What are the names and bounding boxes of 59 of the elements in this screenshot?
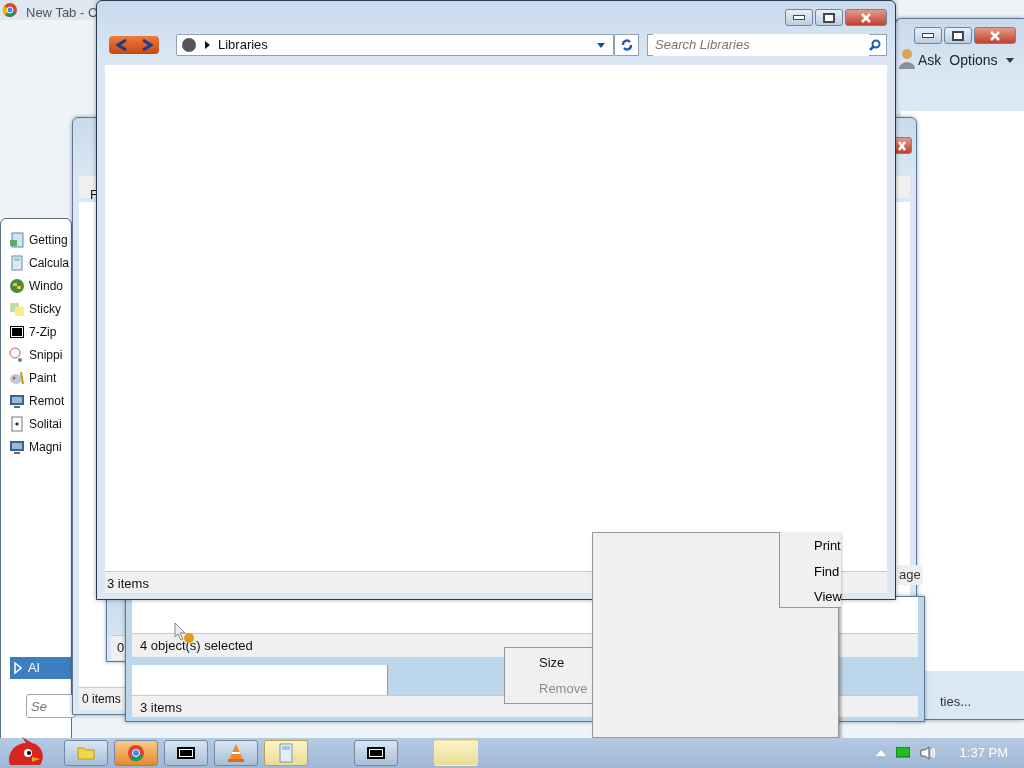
menu-item[interactable]: Print (780, 534, 841, 560)
close-icon (989, 30, 1001, 41)
monitor-icon (9, 392, 25, 409)
maximize-icon (823, 12, 835, 23)
start-menu-item[interactable]: Magni (1, 435, 71, 458)
start-menu-item[interactable]: Solitai (1, 412, 71, 435)
window-title: New Tab - C (26, 4, 98, 22)
dropdown-arrow-icon (597, 42, 605, 48)
browser-icon (126, 743, 146, 763)
search-field[interactable]: Se (26, 694, 76, 718)
notes-icon (9, 300, 25, 317)
address-bar[interactable]: Libraries (176, 34, 614, 56)
person-icon (898, 48, 916, 70)
close-icon (860, 12, 872, 23)
calculator-icon (9, 254, 25, 271)
calculator-icon (276, 743, 296, 763)
traffic-cone-icon (226, 743, 246, 763)
minimize-icon (922, 33, 934, 38)
monitor-icon (9, 438, 25, 455)
minimize-button[interactable] (785, 9, 813, 26)
refresh-button[interactable] (614, 34, 639, 56)
label-text: ties... (940, 693, 972, 711)
toolbar-link[interactable]: Options (949, 50, 998, 71)
start-menu-item[interactable]: Snippi (1, 343, 71, 366)
close-icon (897, 140, 907, 151)
network-icon (895, 747, 910, 759)
chrome-icon (2, 2, 18, 18)
palette-icon (9, 369, 25, 386)
back-forward-buttons[interactable] (109, 36, 159, 54)
close-button[interactable] (845, 9, 887, 26)
taskbar-button[interactable] (354, 740, 398, 766)
search-field[interactable]: Search Libraries (647, 34, 887, 56)
document-icon (9, 231, 25, 248)
toolbar-link[interactable]: Ask (918, 50, 942, 71)
search-icon (869, 39, 881, 51)
maximize-icon (952, 30, 964, 41)
up-arrow-icon (875, 750, 886, 756)
start-menu-item[interactable]: 7-Zip (1, 320, 71, 343)
start-menu-item[interactable]: Sticky (1, 297, 71, 320)
location-circle-icon (181, 37, 197, 53)
dropdown-arrow-icon (1005, 58, 1014, 63)
expand-arrow-icon (14, 662, 22, 674)
start-menu-item[interactable]: Paint (1, 366, 71, 389)
maximize-button[interactable] (815, 9, 843, 26)
close-button[interactable] (974, 27, 1016, 44)
taskbar-button[interactable] (164, 740, 208, 766)
orb-icon (9, 277, 25, 294)
start-menu-item[interactable]: Remot (1, 389, 71, 412)
speaker-icon (919, 746, 936, 760)
start-menu-item[interactable]: Getting (1, 228, 71, 251)
maximize-button[interactable] (944, 27, 972, 44)
chevron-icon (205, 41, 210, 49)
minimize-button[interactable] (914, 27, 942, 44)
start-menu-item[interactable]: Windo (1, 274, 71, 297)
refresh-icon (619, 38, 634, 52)
label-text: age (897, 565, 923, 585)
start-menu-item[interactable]: Calcula (1, 251, 71, 274)
minimize-icon (793, 15, 805, 20)
card-icon (9, 415, 25, 432)
